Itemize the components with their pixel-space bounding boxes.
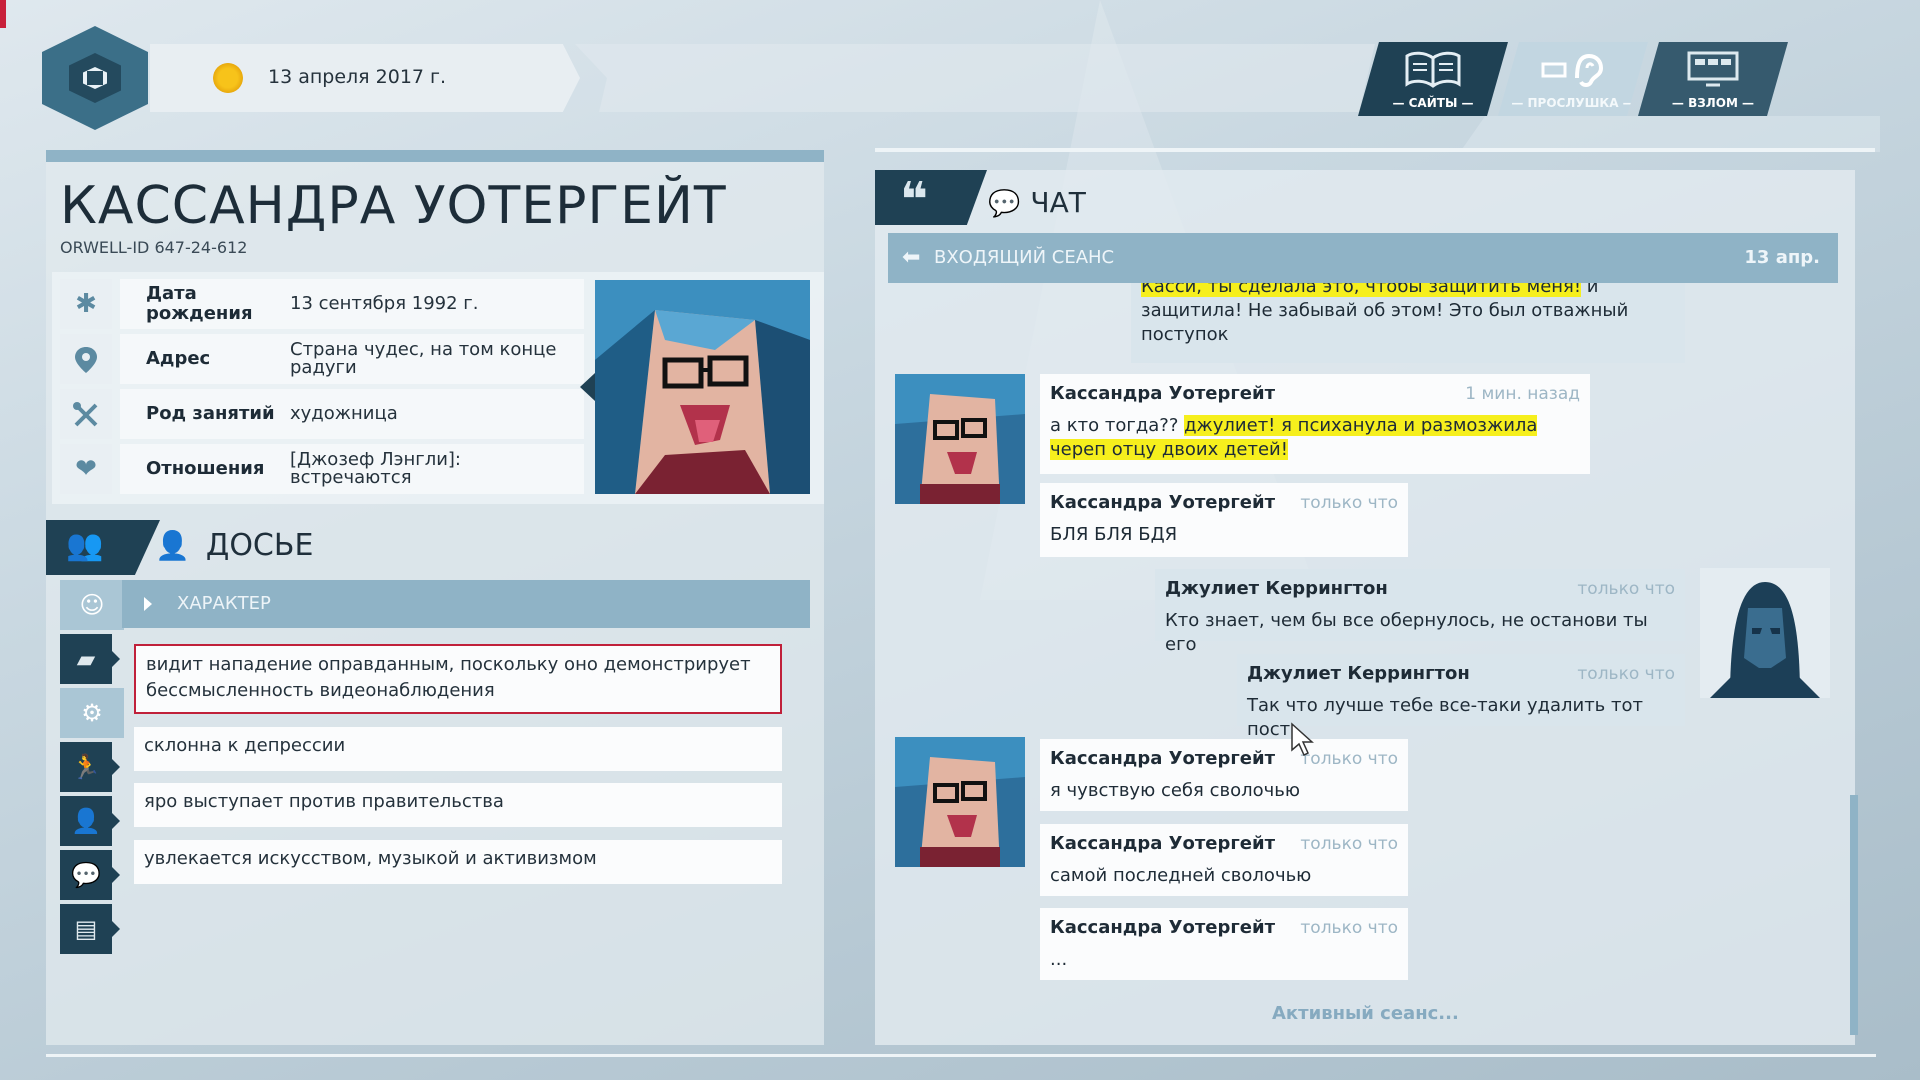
top-bar-extension [575, 44, 1375, 112]
dossier-side-running-button[interactable]: 🏃 [60, 742, 120, 792]
info-value: художница [290, 403, 398, 424]
info-row-relationship[interactable]: ❤ Отношения [Джозеф Лэнгли]: встречаются [60, 444, 584, 494]
speech-bubble-icon: 💬 [988, 189, 1021, 219]
message-time: 1 мин. назад [1465, 384, 1580, 404]
asterisk-icon: ✱ [60, 279, 112, 329]
mode-listen-button[interactable]: — ПРОСЛУШКА — [1498, 42, 1648, 116]
profile-panel-header-line [46, 150, 824, 162]
sun-icon [213, 63, 243, 93]
message-text: Кто знает, чем бы все обернулось, не ост… [1165, 610, 1648, 655]
edge-marker [0, 0, 6, 28]
location-pin-icon [60, 334, 112, 384]
expand-triangle-icon [144, 597, 152, 611]
message-text: БЛЯ БЛЯ БДЯ [1050, 524, 1178, 545]
message-time: только что [1300, 493, 1398, 513]
chat-message[interactable]: Кассандра Уотергейт только что самой пос… [1040, 824, 1408, 896]
tools-icon [60, 389, 112, 439]
avatar-cassandra [895, 374, 1025, 504]
dossier-side-face-button[interactable]: ☺ [60, 580, 124, 630]
info-row-birthdate[interactable]: ✱ Дата рождения 13 сентября 1992 г. [60, 279, 584, 329]
back-arrow-icon[interactable]: ⬅ [902, 233, 920, 283]
person-badge-icon: 👤 [71, 807, 101, 835]
bottom-divider [46, 1054, 1876, 1057]
mouse-cursor-icon [1291, 722, 1314, 757]
mode-hack-button[interactable]: — ВЗЛОМ — [1638, 42, 1788, 116]
dossier-heading: 👤 ДОСЬЕ [155, 528, 314, 563]
chat-message[interactable]: Кассандра Уотергейт только что БЛЯ БЛЯ Б… [1040, 483, 1408, 557]
current-date: 13 апреля 2017 г. [268, 66, 447, 88]
document-icon: ▤ [74, 915, 98, 943]
person-icon: 👤 [155, 529, 190, 562]
message-text: ... [1050, 949, 1068, 970]
chat-scrollbar[interactable] [1850, 795, 1858, 1035]
info-row-occupation[interactable]: Род занятий художница [60, 389, 584, 439]
app-logo[interactable] [42, 26, 148, 130]
avatar-cassandra [895, 737, 1025, 867]
dossier-side-chat-button[interactable]: 💬 [60, 850, 120, 900]
active-session-status: Активный сеанс... [1272, 1003, 1459, 1024]
message-time: только что [1577, 579, 1675, 599]
running-icon: 🏃 [71, 753, 101, 781]
message-text: самой последней сволочью [1050, 865, 1312, 886]
heart-icon: ❤ [60, 444, 112, 494]
people-icon: 👥 [66, 528, 104, 563]
chat-message-partial[interactable]: Касси, ты сделала это, чтобы защитить ме… [1131, 283, 1685, 363]
dossier-side-person-button[interactable]: 👤 [60, 796, 120, 846]
session-bar[interactable]: ⬅ ВХОДЯЩИЙ СЕАНС 13 апр. [888, 233, 1838, 283]
message-text: я чувствую себя сволочью [1050, 780, 1301, 801]
message-time: только что [1300, 918, 1398, 938]
mode-listen-label: — ПРОСЛУШКА — [1511, 96, 1635, 110]
mode-sites-label: — САЙТЫ — [1392, 96, 1474, 110]
session-label: ВХОДЯЩИЙ СЕАНС [934, 247, 1115, 268]
mode-sites-button[interactable]: — САЙТЫ — [1358, 42, 1508, 116]
book-icon: ▰ [76, 645, 96, 673]
face-icon: ☺ [79, 591, 105, 619]
mode-hack-label: — ВЗЛОМ — [1671, 96, 1755, 110]
chat-panel-top-line [875, 148, 1875, 152]
dossier-side-gears-button[interactable]: ⚙ [60, 688, 124, 738]
gears-icon: ⚙ [81, 699, 103, 727]
profile-name: КАССАНДРА УОТЕРГЕЙТ [60, 176, 727, 236]
chat-icon: 💬 [71, 861, 101, 889]
profile-portrait[interactable] [595, 280, 810, 494]
character-section-header[interactable]: ХАРАКТЕР [122, 580, 810, 628]
ear-icon [1541, 50, 1605, 97]
info-label: Адрес [146, 348, 211, 369]
message-time: только что [1300, 834, 1398, 854]
info-value: 13 сентября 1992 г. [290, 293, 479, 314]
trait-item-selected[interactable]: видит нападение оправданным, поскольку о… [134, 644, 782, 714]
info-label: Род занятий [146, 403, 275, 424]
dossier-side-document-button[interactable]: ▤ [60, 904, 120, 954]
chat-message-outgoing[interactable]: Джулиет Керрингтон только что Кто знает,… [1155, 569, 1685, 655]
message-text: а кто тогда?? [1050, 415, 1185, 436]
avatar-juliet [1700, 568, 1830, 698]
book-icon [1403, 50, 1463, 97]
orwell-id: ORWELL-ID 647-24-612 [60, 238, 248, 257]
chat-message[interactable]: Кассандра Уотергейт только что ... [1040, 908, 1408, 980]
trait-item[interactable]: склонна к депрессии [134, 727, 782, 771]
quote-icon: ❝ [900, 172, 929, 228]
session-date: 13 апр. [1744, 247, 1820, 268]
dossier-side-book-button[interactable]: ▰ [60, 634, 120, 684]
portrait-pointer [580, 373, 595, 401]
mode-underline [1460, 116, 1880, 152]
trait-item[interactable]: увлекается искусством, музыкой и активиз… [134, 840, 782, 884]
chat-heading: 💬 ЧАТ [988, 186, 1086, 219]
chat-message-outgoing[interactable]: Джулиет Керрингтон только что Так что лу… [1237, 654, 1685, 740]
monitor-icon [1686, 50, 1740, 97]
info-row-address[interactable]: Адрес Страна чудес, на том конце радуги [60, 334, 584, 384]
message-time: только что [1577, 664, 1675, 684]
info-label: Отношения [146, 458, 265, 479]
mode-switcher: — САЙТЫ — — ПРОСЛУШКА — — ВЗЛОМ — [1358, 42, 1800, 116]
trait-item[interactable]: яро выступает против правительства [134, 783, 782, 827]
info-label: Дата рождения [146, 283, 253, 324]
chat-message[interactable]: Кассандра Уотергейт 1 мин. назад а кто т… [1040, 374, 1590, 474]
info-value: Страна чудес, на том конце радуги [290, 339, 557, 378]
chat-message[interactable]: Кассандра Уотергейт только что я чувству… [1040, 739, 1408, 811]
info-value: [Джозеф Лэнгли]: встречаются [290, 449, 461, 488]
